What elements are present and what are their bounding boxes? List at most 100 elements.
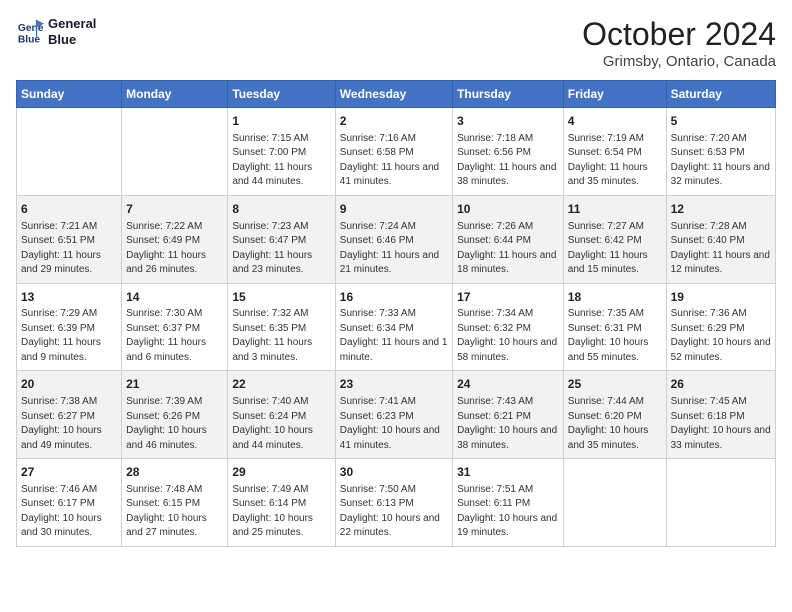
calendar-cell: 22 Sunrise: 7:40 AM Sunset: 6:24 PM Dayli… <box>228 371 335 459</box>
logo: General Blue General Blue <box>16 16 96 47</box>
calendar-cell: 25 Sunrise: 7:44 AM Sunset: 6:20 PM Dayli… <box>563 371 666 459</box>
calendar-cell: 1Sunrise: 7:15 AM Sunset: 7:00 PM Daylig… <box>228 108 335 196</box>
day-number: 16 <box>340 289 448 306</box>
day-info: Sunrise: 7:46 AM Sunset: 6:17 PM Dayligh… <box>21 483 117 541</box>
day-info: Sunrise: 7:26 AM Sunset: 6:44 PM Dayligh… <box>457 220 559 278</box>
day-info: Sunrise: 7:19 AM Sunset: 6:54 PM Dayligh… <box>568 132 662 190</box>
week-row-1: 1Sunrise: 7:15 AM Sunset: 7:00 PM Daylig… <box>17 108 776 196</box>
day-info: Sunrise: 7:32 AM Sunset: 6:35 PM Dayligh… <box>232 307 330 365</box>
day-number: 25 <box>568 376 662 393</box>
day-info: Sunrise: 7:41 AM Sunset: 6:23 PM Dayligh… <box>340 395 448 453</box>
week-row-5: 27 Sunrise: 7:46 AM Sunset: 6:17 PM Dayli… <box>17 459 776 547</box>
day-info: Sunrise: 7:34 AM Sunset: 6:32 PM Dayligh… <box>457 307 559 365</box>
day-info: Sunrise: 7:18 AM Sunset: 6:56 PM Dayligh… <box>457 132 559 190</box>
column-header-tuesday: Tuesday <box>228 81 335 108</box>
calendar-cell: 2 Sunrise: 7:16 AM Sunset: 6:58 PM Daylig… <box>335 108 452 196</box>
calendar-cell <box>563 459 666 547</box>
day-number: 28 <box>126 464 223 481</box>
calendar-cell: 30 Sunrise: 7:50 AM Sunset: 6:13 PM Dayli… <box>335 459 452 547</box>
calendar-cell: 31 Sunrise: 7:51 AM Sunset: 6:11 PM Dayli… <box>453 459 564 547</box>
day-number: 8 <box>232 201 330 218</box>
day-info: Sunrise: 7:45 AM Sunset: 6:18 PM Dayligh… <box>671 395 771 453</box>
calendar-cell: 16Sunrise: 7:33 AM Sunset: 6:34 PM Dayli… <box>335 283 452 371</box>
calendar-cell: 4 Sunrise: 7:19 AM Sunset: 6:54 PM Daylig… <box>563 108 666 196</box>
day-number: 18 <box>568 289 662 306</box>
logo-text-line2: Blue <box>48 32 96 48</box>
calendar-cell: 15Sunrise: 7:32 AM Sunset: 6:35 PM Dayli… <box>228 283 335 371</box>
subtitle: Grimsby, Ontario, Canada <box>582 53 776 70</box>
day-number: 31 <box>457 464 559 481</box>
day-info: Sunrise: 7:30 AM Sunset: 6:37 PM Dayligh… <box>126 307 223 365</box>
calendar-cell: 26 Sunrise: 7:45 AM Sunset: 6:18 PM Dayli… <box>666 371 775 459</box>
day-number: 4 <box>568 113 662 130</box>
day-number: 20 <box>21 376 117 393</box>
day-info: Sunrise: 7:33 AM Sunset: 6:34 PM Dayligh… <box>340 307 448 365</box>
column-header-friday: Friday <box>563 81 666 108</box>
day-info: Sunrise: 7:51 AM Sunset: 6:11 PM Dayligh… <box>457 483 559 541</box>
calendar-cell: 5 Sunrise: 7:20 AM Sunset: 6:53 PM Daylig… <box>666 108 775 196</box>
column-header-wednesday: Wednesday <box>335 81 452 108</box>
day-info: Sunrise: 7:16 AM Sunset: 6:58 PM Dayligh… <box>340 132 448 190</box>
day-info: Sunrise: 7:27 AM Sunset: 6:42 PM Dayligh… <box>568 220 662 278</box>
day-number: 11 <box>568 201 662 218</box>
day-number: 3 <box>457 113 559 130</box>
column-header-saturday: Saturday <box>666 81 775 108</box>
logo-text-line1: General <box>48 16 96 32</box>
column-header-sunday: Sunday <box>17 81 122 108</box>
calendar-header-row: SundayMondayTuesdayWednesdayThursdayFrid… <box>17 81 776 108</box>
day-number: 23 <box>340 376 448 393</box>
calendar-cell: 29Sunrise: 7:49 AM Sunset: 6:14 PM Dayli… <box>228 459 335 547</box>
calendar-cell: 17Sunrise: 7:34 AM Sunset: 6:32 PM Dayli… <box>453 283 564 371</box>
logo-icon: General Blue <box>16 18 44 46</box>
calendar-table: SundayMondayTuesdayWednesdayThursdayFrid… <box>16 80 776 547</box>
day-info: Sunrise: 7:43 AM Sunset: 6:21 PM Dayligh… <box>457 395 559 453</box>
calendar-cell: 10 Sunrise: 7:26 AM Sunset: 6:44 PM Dayli… <box>453 195 564 283</box>
calendar-cell: 20 Sunrise: 7:38 AM Sunset: 6:27 PM Dayli… <box>17 371 122 459</box>
day-info: Sunrise: 7:28 AM Sunset: 6:40 PM Dayligh… <box>671 220 771 278</box>
day-number: 26 <box>671 376 771 393</box>
day-number: 24 <box>457 376 559 393</box>
day-number: 29 <box>232 464 330 481</box>
day-number: 27 <box>21 464 117 481</box>
calendar-cell: 7Sunrise: 7:22 AM Sunset: 6:49 PM Daylig… <box>122 195 228 283</box>
day-info: Sunrise: 7:40 AM Sunset: 6:24 PM Dayligh… <box>232 395 330 453</box>
day-number: 1 <box>232 113 330 130</box>
day-number: 17 <box>457 289 559 306</box>
column-header-thursday: Thursday <box>453 81 564 108</box>
day-number: 7 <box>126 201 223 218</box>
calendar-cell: 28 Sunrise: 7:48 AM Sunset: 6:15 PM Dayli… <box>122 459 228 547</box>
day-number: 30 <box>340 464 448 481</box>
calendar-cell: 14Sunrise: 7:30 AM Sunset: 6:37 PM Dayli… <box>122 283 228 371</box>
day-number: 13 <box>21 289 117 306</box>
week-row-4: 20 Sunrise: 7:38 AM Sunset: 6:27 PM Dayli… <box>17 371 776 459</box>
day-info: Sunrise: 7:21 AM Sunset: 6:51 PM Dayligh… <box>21 220 117 278</box>
day-info: Sunrise: 7:38 AM Sunset: 6:27 PM Dayligh… <box>21 395 117 453</box>
calendar-cell: 11 Sunrise: 7:27 AM Sunset: 6:42 PM Dayli… <box>563 195 666 283</box>
calendar-cell: 9Sunrise: 7:24 AM Sunset: 6:46 PM Daylig… <box>335 195 452 283</box>
day-info: Sunrise: 7:20 AM Sunset: 6:53 PM Dayligh… <box>671 132 771 190</box>
day-info: Sunrise: 7:35 AM Sunset: 6:31 PM Dayligh… <box>568 307 662 365</box>
day-number: 2 <box>340 113 448 130</box>
day-number: 15 <box>232 289 330 306</box>
calendar-cell <box>122 108 228 196</box>
day-number: 12 <box>671 201 771 218</box>
day-number: 5 <box>671 113 771 130</box>
day-info: Sunrise: 7:39 AM Sunset: 6:26 PM Dayligh… <box>126 395 223 453</box>
day-info: Sunrise: 7:50 AM Sunset: 6:13 PM Dayligh… <box>340 483 448 541</box>
day-number: 14 <box>126 289 223 306</box>
day-info: Sunrise: 7:29 AM Sunset: 6:39 PM Dayligh… <box>21 307 117 365</box>
column-header-monday: Monday <box>122 81 228 108</box>
main-title: October 2024 <box>582 16 776 53</box>
day-info: Sunrise: 7:44 AM Sunset: 6:20 PM Dayligh… <box>568 395 662 453</box>
day-info: Sunrise: 7:36 AM Sunset: 6:29 PM Dayligh… <box>671 307 771 365</box>
day-number: 10 <box>457 201 559 218</box>
calendar-cell: 18Sunrise: 7:35 AM Sunset: 6:31 PM Dayli… <box>563 283 666 371</box>
calendar-cell: 12 Sunrise: 7:28 AM Sunset: 6:40 PM Dayli… <box>666 195 775 283</box>
calendar-cell: 8 Sunrise: 7:23 AM Sunset: 6:47 PM Daylig… <box>228 195 335 283</box>
day-info: Sunrise: 7:48 AM Sunset: 6:15 PM Dayligh… <box>126 483 223 541</box>
day-info: Sunrise: 7:23 AM Sunset: 6:47 PM Dayligh… <box>232 220 330 278</box>
calendar-cell: 6Sunrise: 7:21 AM Sunset: 6:51 PM Daylig… <box>17 195 122 283</box>
header: General Blue General Blue October 2024 G… <box>16 16 776 70</box>
week-row-3: 13Sunrise: 7:29 AM Sunset: 6:39 PM Dayli… <box>17 283 776 371</box>
day-number: 22 <box>232 376 330 393</box>
